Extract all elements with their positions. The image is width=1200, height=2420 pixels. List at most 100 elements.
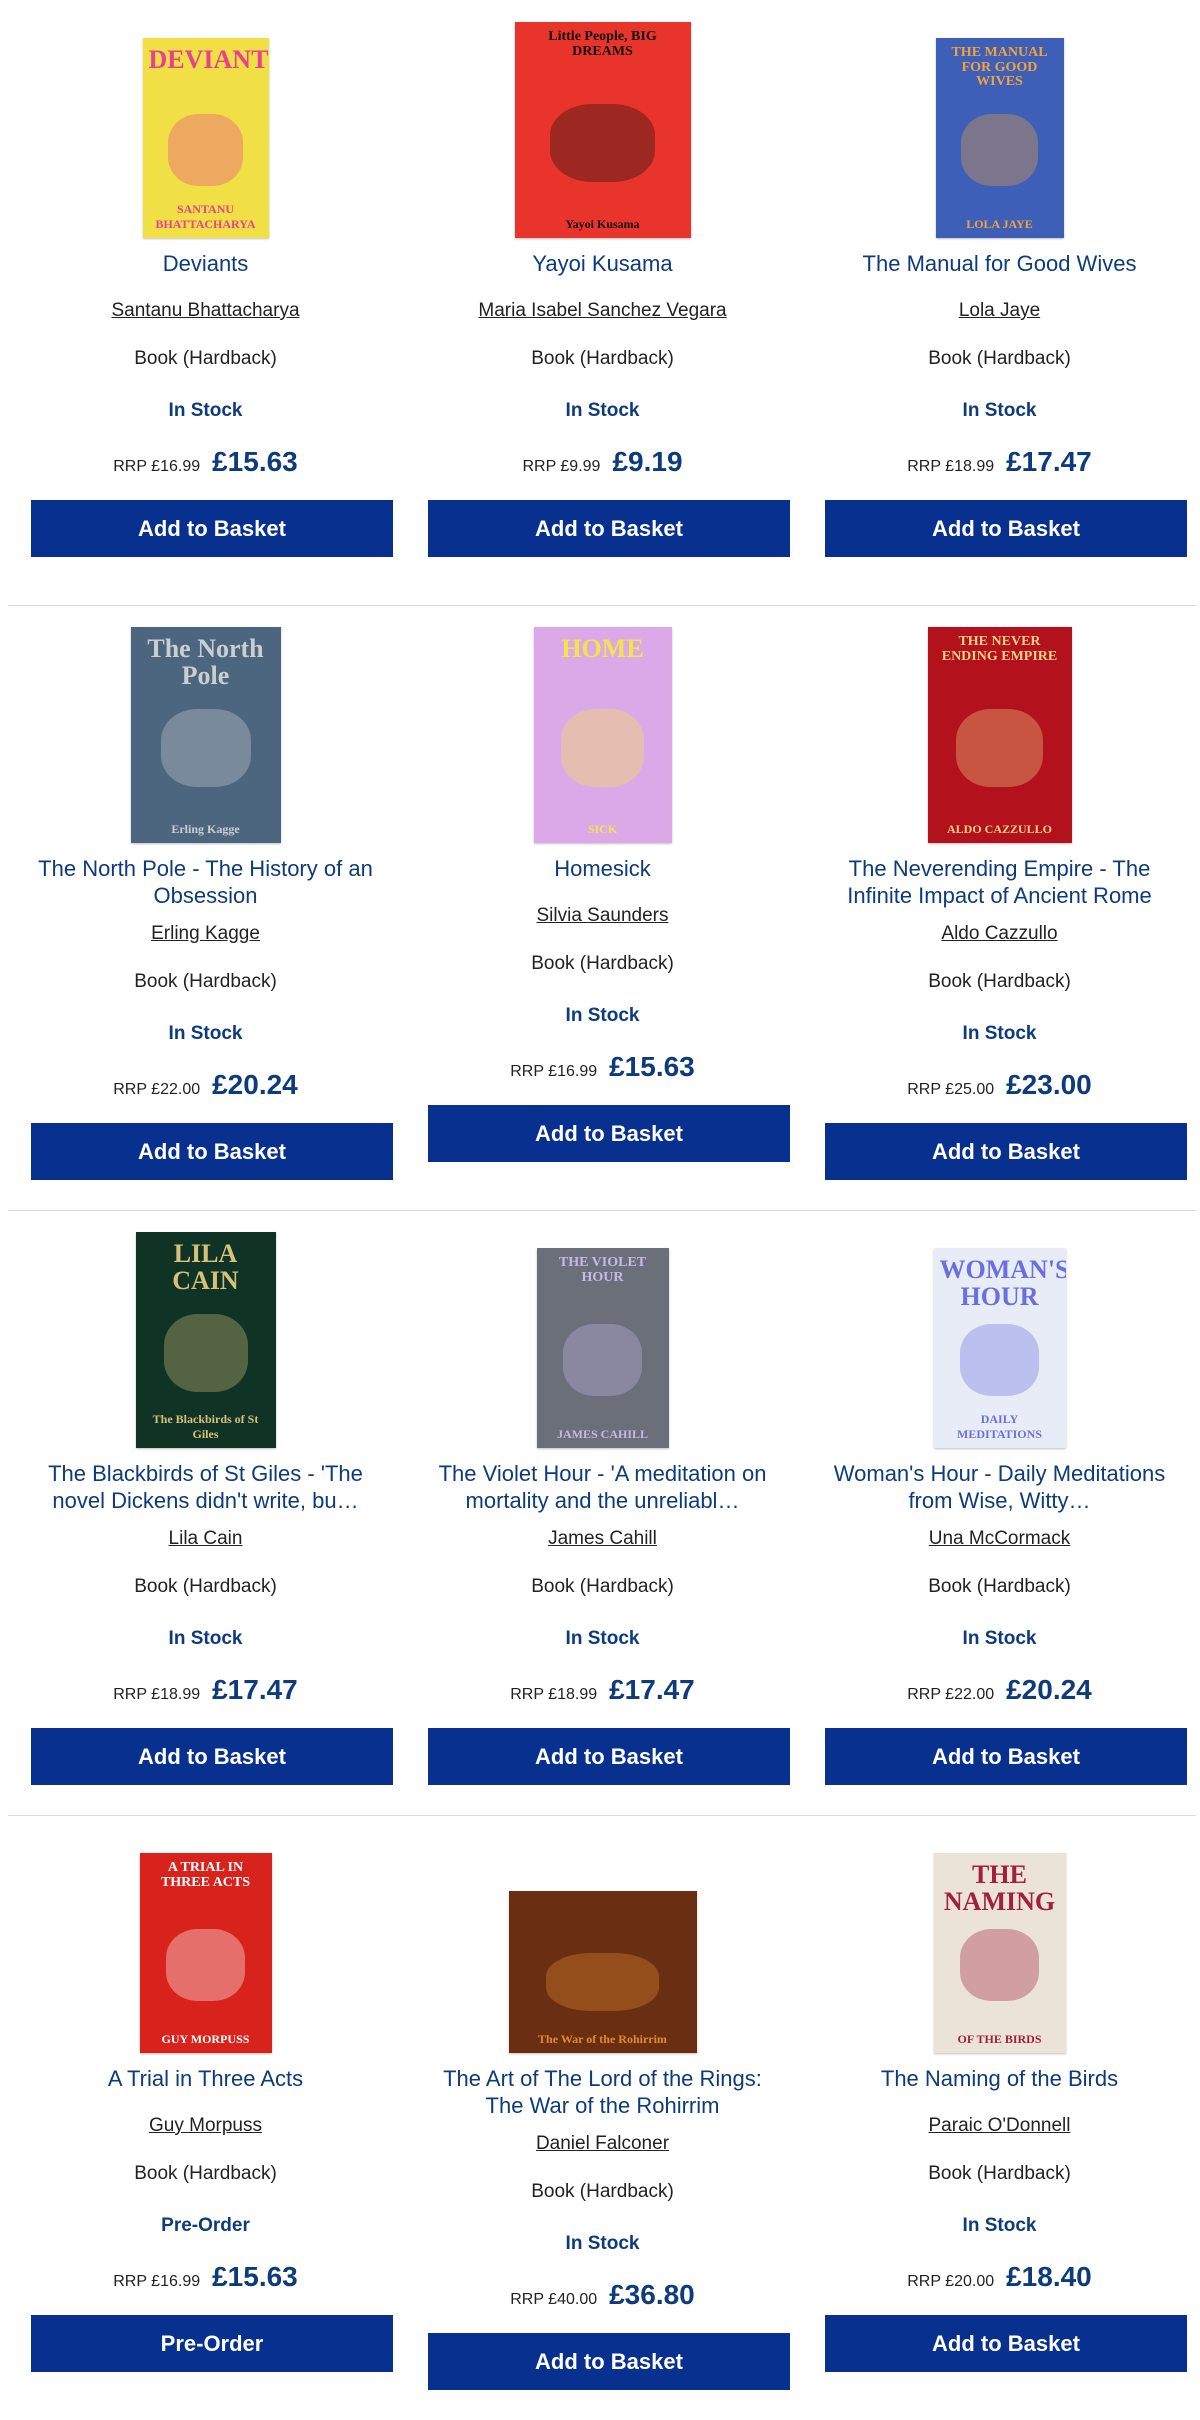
price-line: RRP £25.00 £23.00 — [801, 1069, 1198, 1101]
stock-status: In Stock — [962, 400, 1037, 421]
book-format: Book (Hardback) — [531, 1576, 674, 1597]
book-title-link[interactable]: The Naming of the Birds — [821, 2065, 1178, 2092]
book-cover-image[interactable]: THE NAMING OF THE BIRDS — [933, 1853, 1066, 2053]
add-to-basket-button[interactable]: Add to Basket — [825, 2315, 1187, 2372]
add-to-basket-button[interactable]: Add to Basket — [428, 1728, 790, 1785]
book-title-link[interactable]: A Trial in Three Acts — [27, 2065, 384, 2092]
sale-price: £17.47 — [609, 1674, 695, 1705]
cover-author-text: OF THE BIRDS — [957, 2032, 1042, 2046]
author-link[interactable]: Lola Jaye — [959, 300, 1040, 321]
author-link[interactable]: Paraic O'Donnell — [929, 2115, 1071, 2136]
book-cover-image[interactable]: A TRIAL IN THREE ACTS GUY MORPUSS — [139, 1853, 272, 2053]
book-title-link[interactable]: Deviants — [27, 250, 384, 277]
cover-area: The War of the Rohirrim — [404, 1837, 801, 2053]
book-title-link[interactable]: The Manual for Good Wives — [821, 250, 1178, 277]
add-to-basket-button[interactable]: Add to Basket — [428, 1105, 790, 1162]
book-title-link[interactable]: The Neverending Empire - The Infinite Im… — [821, 855, 1178, 909]
row-divider — [8, 605, 1196, 606]
price-line: RRP £16.99 £15.63 — [7, 2261, 404, 2293]
author-link[interactable]: Santanu Bhattacharya — [111, 300, 299, 321]
add-to-basket-button[interactable]: Add to Basket — [31, 1728, 393, 1785]
book-cover-image[interactable]: DEVIANTS SANTANU BHATTACHARYA — [142, 38, 269, 238]
price-row: RRP £22.00 £20.24 — [801, 1674, 1198, 1706]
author-link[interactable]: Maria Isabel Sanchez Vegara — [478, 300, 726, 321]
book-cover-image[interactable]: WOMAN'S HOUR DAILY MEDITATIONS — [933, 1248, 1066, 1448]
author-link[interactable]: Lila Cain — [169, 1528, 243, 1549]
product-card: Little People, BIG DREAMS Yayoi Kusama Yay… — [404, 0, 801, 605]
book-cover-image[interactable]: Little People, BIG DREAMS Yayoi Kusama — [514, 22, 691, 238]
rrp-price: RRP £25.00 — [907, 1081, 995, 1098]
book-format-row: Book (Hardback) — [404, 348, 801, 370]
cover-artwork — [160, 709, 251, 787]
book-cover-image[interactable]: THE MANUAL FOR GOOD WIVES LOLA JAYE — [935, 38, 1064, 238]
author-link[interactable]: Silvia Saunders — [536, 905, 668, 926]
sale-price: £15.63 — [609, 1051, 695, 1082]
stock-status: In Stock — [565, 400, 640, 421]
cover-artwork — [562, 1324, 643, 1396]
price-line: RRP £16.99 £15.63 — [7, 446, 404, 478]
stock-status-row: Pre-Order — [7, 2215, 404, 2237]
cover-area: A TRIAL IN THREE ACTS GUY MORPUSS — [7, 1837, 404, 2053]
author-link[interactable]: Una McCormack — [929, 1528, 1070, 1549]
stock-status-row: In Stock — [404, 1628, 801, 1650]
price-row: RRP £16.99 £15.63 — [7, 2261, 404, 2293]
cover-artwork — [959, 1929, 1040, 2001]
add-to-basket-button[interactable]: Add to Basket — [825, 500, 1187, 557]
sale-price: £9.19 — [612, 446, 683, 477]
stock-status-row: In Stock — [801, 1628, 1198, 1650]
book-title-link[interactable]: The Violet Hour - 'A meditation on morta… — [424, 1460, 781, 1514]
add-to-basket-button[interactable]: Add to Basket — [31, 500, 393, 557]
add-to-basket-button[interactable]: Add to Basket — [825, 1123, 1187, 1180]
stock-status-row: In Stock — [7, 1023, 404, 1045]
book-title-link[interactable]: The Blackbirds of St Giles - 'The novel … — [27, 1460, 384, 1514]
add-to-basket-button[interactable]: Add to Basket — [428, 2333, 790, 2390]
book-title-link[interactable]: Homesick — [424, 855, 781, 882]
author-link[interactable]: James Cahill — [548, 1528, 657, 1549]
stock-status: In Stock — [168, 1628, 243, 1649]
cover-area: THE NAMING OF THE BIRDS — [801, 1837, 1198, 2053]
rrp-price: RRP £16.99 — [113, 2273, 201, 2290]
add-to-basket-button[interactable]: Add to Basket — [428, 500, 790, 557]
add-to-basket-button[interactable]: Add to Basket — [825, 1728, 1187, 1785]
pre-order-button[interactable]: Pre-Order — [31, 2315, 393, 2372]
book-title-link[interactable]: Yayoi Kusama — [424, 250, 781, 277]
author-link-row: Silvia Saunders — [404, 905, 801, 927]
book-cover-image[interactable]: The War of the Rohirrim — [508, 1891, 697, 2053]
author-link[interactable]: Erling Kagge — [151, 923, 260, 944]
author-link-row: James Cahill — [404, 1528, 801, 1550]
author-link-row: Lila Cain — [7, 1528, 404, 1550]
product-card: LILA CAIN The Blackbirds of St Giles The B… — [7, 1210, 404, 1815]
cover-author-text: Erling Kagge — [171, 822, 240, 836]
price-row: RRP £20.00 £18.40 — [801, 2261, 1198, 2293]
book-cover-image[interactable]: HOME SICK — [533, 627, 672, 843]
cover-author-text: SANTANU BHATTACHARYA — [155, 202, 256, 231]
cover-title-text: THE NAMING — [943, 1860, 1056, 1917]
book-cover-image[interactable]: THE NEVER ENDING EMPIRE ALDO CAZZULLO — [927, 627, 1072, 843]
book-title-link[interactable]: The North Pole - The History of an Obses… — [27, 855, 384, 909]
product-card: DEVIANTS SANTANU BHATTACHARYA Deviants Sant… — [7, 0, 404, 605]
book-title-link[interactable]: The Art of The Lord of the Rings: The Wa… — [424, 2065, 781, 2119]
price-line: RRP £9.99 £9.19 — [404, 446, 801, 478]
stock-status: In Stock — [565, 1005, 640, 1026]
book-cover-image[interactable]: LILA CAIN The Blackbirds of St Giles — [135, 1232, 276, 1448]
rrp-price: RRP £18.99 — [113, 1686, 201, 1703]
book-title-link[interactable]: Woman's Hour - Daily Meditations from Wi… — [821, 1460, 1178, 1514]
price-row: RRP £40.00 £36.80 — [404, 2279, 801, 2311]
author-link[interactable]: Daniel Falconer — [536, 2133, 669, 2154]
author-link-row: Paraic O'Donnell — [801, 2115, 1198, 2137]
product-card: THE NAMING OF THE BIRDS The Naming of the … — [801, 1815, 1198, 2420]
cover-artwork — [561, 709, 644, 787]
author-link[interactable]: Aldo Cazzullo — [941, 923, 1057, 944]
add-to-basket-button[interactable]: Add to Basket — [31, 1123, 393, 1180]
rrp-price: RRP £22.00 — [907, 1686, 995, 1703]
book-cover-image[interactable]: The North Pole Erling Kagge — [130, 627, 281, 843]
price-row: RRP £16.99 £15.63 — [7, 446, 404, 478]
book-format-row: Book (Hardback) — [801, 971, 1198, 993]
cover-title-text: DEVIANTS — [148, 45, 269, 74]
sale-price: £15.63 — [212, 446, 298, 477]
cover-author-text: ALDO CAZZULLO — [946, 822, 1053, 836]
author-link[interactable]: Guy Morpuss — [149, 2115, 262, 2136]
book-cover-image[interactable]: THE VIOLET HOUR JAMES CAHILL — [536, 1248, 669, 1448]
rrp-price: RRP £18.99 — [510, 1686, 598, 1703]
sale-price: £36.80 — [609, 2279, 695, 2310]
